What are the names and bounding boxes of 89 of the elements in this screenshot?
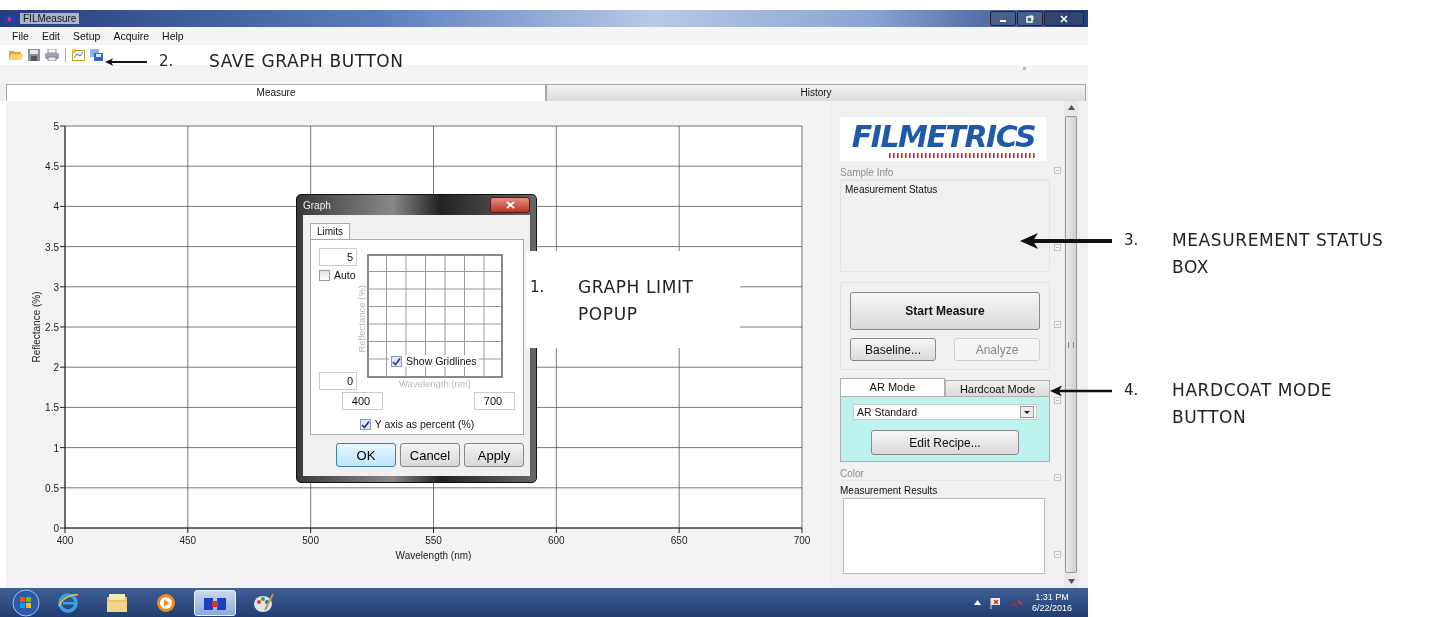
axis-tick-label: 1 xyxy=(53,442,59,454)
recipe-dropdown[interactable]: AR Standard xyxy=(853,404,1037,420)
tab[interactable]: Limits xyxy=(310,223,351,239)
callout-text: MEASUREMENT STATUS BOX xyxy=(1172,229,1384,279)
window-title: FILMeasure xyxy=(20,13,80,24)
x-min-field[interactable]: 400 xyxy=(342,392,383,410)
mode-tab[interactable]: AR Mode xyxy=(840,378,945,396)
axis-tick-label: 650 xyxy=(670,535,688,546)
palette-icon xyxy=(253,591,275,614)
axis-tick-label: 3 xyxy=(53,281,59,293)
play-icon xyxy=(156,592,176,613)
axis-tick-label: 4 xyxy=(53,201,59,213)
callout-number: 4. xyxy=(1124,380,1140,401)
dialog-button[interactable]: OK xyxy=(336,443,396,467)
close-icon xyxy=(505,201,515,209)
axis-tick-label: 550 xyxy=(425,535,442,546)
axis-title: Reflectance (%) xyxy=(31,291,42,363)
flag-icon[interactable] xyxy=(989,596,1002,609)
menu-item[interactable]: Edit xyxy=(41,30,60,42)
axis-tick-label: 700 xyxy=(793,535,811,546)
tab[interactable]: History xyxy=(546,84,1086,101)
close-button[interactable] xyxy=(490,197,530,213)
axis-tick-label: 450 xyxy=(179,535,197,546)
scroll-down-icon[interactable] xyxy=(1067,579,1075,584)
restore-icon xyxy=(1026,14,1034,23)
group-heading: Sample Info xyxy=(840,167,1050,180)
start-measure-button[interactable]: Start Measure xyxy=(850,292,1040,330)
mode-tab[interactable]: Hardcoat Mode xyxy=(945,380,1050,396)
checkbox-label: Y axis as percent (%) xyxy=(374,418,475,430)
taskbar-app[interactable] xyxy=(194,589,236,616)
callout-text: SAVE GRAPH BUTTON xyxy=(209,50,404,73)
callout-number: 2. xyxy=(159,51,175,72)
axis-tick-label: 1.5 xyxy=(45,402,59,414)
axis-tick-label: 400 xyxy=(56,535,74,546)
dialog-button[interactable]: Apply xyxy=(464,443,524,467)
status-label: Measurement Status xyxy=(845,184,938,195)
callout-arrow xyxy=(1050,383,1112,399)
folder-icon xyxy=(106,592,128,613)
checkbox[interactable] xyxy=(319,269,330,281)
menu-item[interactable]: Setup xyxy=(73,30,101,42)
axis-tick-label: 0.5 xyxy=(45,482,59,494)
show-hidden-icons[interactable] xyxy=(973,600,981,605)
browser-icon xyxy=(57,591,79,614)
preview-axis-title: Wavelength (nm) xyxy=(399,378,471,389)
clock[interactable]: 1:31 PM 6/22/2016 xyxy=(1031,591,1072,614)
axis-tick-label: 600 xyxy=(548,535,565,546)
graph-icon[interactable] xyxy=(71,49,86,61)
axis-tick-label: 0 xyxy=(53,523,59,534)
y-max-field[interactable]: 5 xyxy=(319,248,357,266)
axis-tick-label: 2.5 xyxy=(45,322,59,333)
edit-recipe-button[interactable]: Edit Recipe... xyxy=(871,430,1019,455)
menu-item[interactable]: Help xyxy=(162,30,184,42)
axis-tick-label: 3.5 xyxy=(45,241,59,253)
checkbox-label: Auto xyxy=(334,269,356,281)
scroll-up-icon[interactable] xyxy=(1067,105,1075,110)
checkbox-label: Show Gridlines xyxy=(406,355,477,367)
tab[interactable]: Measure xyxy=(6,84,546,101)
dialog-button[interactable]: Cancel xyxy=(400,443,460,467)
close-button[interactable] xyxy=(1044,11,1084,26)
logo: FILMETRICS xyxy=(840,117,1047,161)
menu-item[interactable]: Acquire xyxy=(113,30,150,42)
dialog-title: Graph xyxy=(303,199,331,211)
disk-icon[interactable] xyxy=(27,49,41,61)
group-heading: Color xyxy=(840,468,1050,481)
results-label: Measurement Results xyxy=(840,485,939,496)
axis-title: Wavelength (nm) xyxy=(395,550,472,561)
axis-tick-label: 4.5 xyxy=(45,161,59,173)
callout-text: HARDCOAT MODE BUTTON xyxy=(1172,379,1333,429)
callout-text: GRAPH LIMIT POPUP xyxy=(578,276,694,326)
restore-button[interactable] xyxy=(1017,11,1043,26)
save-graph-icon[interactable] xyxy=(89,49,104,61)
checkbox[interactable] xyxy=(359,418,371,430)
menu-item[interactable]: File xyxy=(12,30,29,42)
x-max-field[interactable]: 700 xyxy=(474,392,515,410)
axis-tick-label: 500 xyxy=(302,535,319,546)
axis-tick-label: 5 xyxy=(53,121,59,132)
grip-dots xyxy=(1023,67,1026,70)
scrollbar[interactable] xyxy=(1064,101,1078,588)
y-min-field[interactable]: 0 xyxy=(319,372,357,390)
callout-number: 1. xyxy=(530,277,546,298)
action-button[interactable]: Baseline... xyxy=(850,338,936,361)
callout-number: 3. xyxy=(1124,230,1140,251)
axis-tick-label: 2 xyxy=(53,362,59,374)
preview-axis-title: Reflectance (%) xyxy=(356,285,367,353)
minimize-button[interactable] xyxy=(990,11,1016,26)
app-icon xyxy=(4,13,16,24)
close-icon xyxy=(1060,14,1068,23)
checkbox[interactable] xyxy=(391,355,402,367)
print-icon[interactable] xyxy=(44,49,60,61)
